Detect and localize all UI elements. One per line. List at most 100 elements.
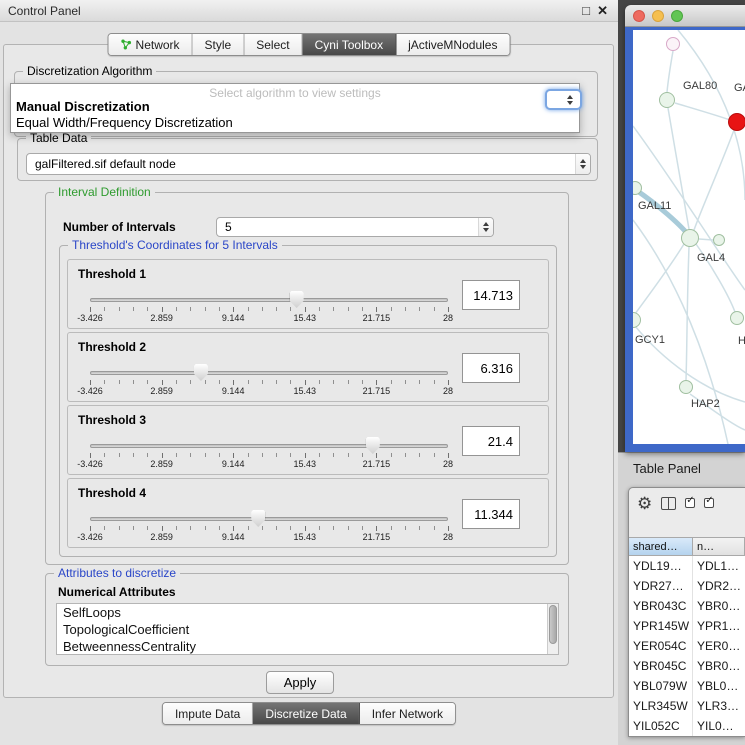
network-window-titlebar[interactable] [625, 5, 745, 27]
network-node[interactable] [666, 37, 680, 51]
slider-track[interactable] [90, 444, 448, 448]
network-node[interactable] [679, 380, 693, 394]
table-toolbar: ⚙ [629, 488, 745, 518]
network-view-window: GAL80GAGAL11GAL4GCY1HHAP2 [625, 5, 745, 452]
slider-thumb[interactable] [290, 291, 304, 308]
network-canvas[interactable]: GAL80GAGAL11GAL4GCY1HHAP2 [633, 30, 745, 444]
threshold-value-field[interactable]: 21.4 [462, 426, 520, 456]
network-node[interactable] [659, 92, 675, 108]
tab-network[interactable]: Network [109, 34, 193, 55]
apply-button[interactable]: Apply [266, 671, 334, 694]
network-node-label: H [738, 335, 745, 347]
tab-cyni-toolbox[interactable]: Cyni Toolbox [303, 34, 396, 55]
table-row[interactable]: YIL052CYIL0… [629, 716, 745, 736]
table-data-combobox-value: galFiltered.sif default node [27, 157, 575, 171]
attribute-list-item[interactable]: TopologicalCoefficient [57, 621, 558, 638]
table-row[interactable]: YBL079WYBL0… [629, 676, 745, 696]
control-panel-titlebar[interactable]: Control Panel □ ✕ [0, 0, 618, 22]
table-row[interactable]: YBR043CYBR0… [629, 596, 745, 616]
slider-track[interactable] [90, 517, 448, 521]
tab-style[interactable]: Style [193, 34, 245, 55]
tab-impute-data[interactable]: Impute Data [163, 703, 253, 724]
slider-thumb[interactable] [251, 510, 265, 527]
combobox-stepper-icon [478, 218, 493, 236]
algorithm-combobox[interactable] [545, 89, 582, 110]
algorithm-dropdown-popup: Select algorithm to view settings Manual… [10, 83, 580, 133]
table-data-combobox[interactable]: galFiltered.sif default node [26, 153, 591, 175]
threshold-label: Threshold 4 [78, 486, 146, 500]
table-cell: YPR145W [629, 616, 693, 636]
tab-discretize-data[interactable]: Discretize Data [253, 703, 359, 724]
minimize-traffic-light-icon[interactable] [652, 10, 664, 22]
attributes-to-discretize-group: Attributes to discretize Numerical Attri… [45, 573, 569, 666]
table-cell: YBR0… [693, 656, 745, 676]
select-all-checkbox-icon[interactable] [685, 498, 695, 508]
tab-select[interactable]: Select [244, 34, 302, 55]
threshold-slider[interactable]: -3.4262.8599.14415.4321.71528 [90, 509, 448, 545]
table-data-group: Table Data galFiltered.sif default node [17, 138, 598, 181]
window-title: Control Panel [8, 4, 81, 18]
table-data-group-title: Table Data [26, 131, 91, 145]
number-of-intervals-value: 5 [217, 220, 478, 234]
combobox-stepper-icon [562, 91, 577, 108]
threshold-value-field[interactable]: 11.344 [462, 499, 520, 529]
threshold-slider[interactable]: -3.4262.8599.14415.4321.71528 [90, 363, 448, 399]
tab-infer-network[interactable]: Infer Network [360, 703, 455, 724]
attributes-group-title: Attributes to discretize [54, 566, 180, 580]
table-row[interactable]: YER054CYER0… [629, 636, 745, 656]
select-columns-checkbox-icon[interactable] [704, 498, 714, 508]
slider-track[interactable] [90, 371, 448, 375]
attribute-list-item[interactable]: BetweennessCentrality [57, 638, 558, 655]
thresholds-group: Threshold's Coordinates for 5 Intervals … [59, 245, 557, 557]
column-header-name[interactable]: n… [693, 537, 745, 556]
threshold-box: Threshold 3 -3.4262.8599.14415.4321.71528… [67, 405, 549, 475]
threshold-slider[interactable]: -3.4262.8599.14415.4321.71528 [90, 436, 448, 472]
numerical-attributes-list[interactable]: SelfLoopsTopologicalCoefficientBetweenne… [56, 603, 559, 655]
threshold-value-field[interactable]: 6.316 [462, 353, 520, 383]
gear-icon[interactable]: ⚙ [637, 495, 652, 512]
table-panel-window: ⚙ shared… n… YDL19…YDL1…YDR27…YDR2…YBR04… [628, 487, 745, 737]
network-node[interactable] [681, 229, 699, 247]
list-scrollbar[interactable] [547, 604, 558, 654]
interval-definition-group-title: Interval Definition [54, 185, 155, 199]
slider-ticks [90, 307, 448, 312]
algorithm-option-equal-width-frequency[interactable]: Equal Width/Frequency Discretization [16, 115, 233, 130]
attribute-items: SelfLoopsTopologicalCoefficientBetweenne… [57, 604, 558, 655]
slider-thumb[interactable] [366, 437, 380, 454]
threshold-label: Threshold 2 [78, 340, 146, 354]
algorithm-option-manual-discretization[interactable]: Manual Discretization [16, 99, 150, 114]
threshold-value-field[interactable]: 14.713 [462, 280, 520, 310]
table-cell: YBR0… [693, 596, 745, 616]
close-traffic-light-icon[interactable] [633, 10, 645, 22]
table-cell: YDR27… [629, 576, 693, 596]
table-cell: YER054C [629, 636, 693, 656]
network-node[interactable] [713, 234, 725, 246]
table-row[interactable]: YBR045CYBR0… [629, 656, 745, 676]
number-of-intervals-combobox[interactable]: 5 [216, 217, 494, 237]
slider-tick-labels: -3.4262.8599.14415.4321.71528 [90, 532, 448, 542]
float-window-icon[interactable]: □ [582, 3, 590, 18]
table-panel-title: Table Panel [633, 461, 701, 476]
slider-ticks [90, 526, 448, 531]
threshold-slider[interactable]: -3.4262.8599.14415.4321.71528 [90, 290, 448, 326]
table-row[interactable]: YLR345WYLR3… [629, 696, 745, 716]
attribute-list-item[interactable]: SelfLoops [57, 604, 558, 621]
table-row[interactable]: YDR27…YDR2… [629, 576, 745, 596]
network-node[interactable] [728, 113, 745, 131]
slider-track[interactable] [90, 298, 448, 302]
table-row[interactable]: YPR145WYPR1… [629, 616, 745, 636]
tab-jactivemnodules[interactable]: jActiveMNodules [396, 34, 509, 55]
zoom-traffic-light-icon[interactable] [671, 10, 683, 22]
slider-tick-labels: -3.4262.8599.14415.4321.71528 [90, 313, 448, 323]
table-cell: YLR3… [693, 696, 745, 716]
network-node-label: GAL11 [638, 200, 671, 212]
columns-icon[interactable] [661, 497, 676, 510]
list-scrollbar-thumb[interactable] [549, 605, 557, 644]
network-node[interactable] [730, 311, 744, 325]
table-cell: YIL0… [693, 716, 745, 736]
table-row[interactable]: YDL19…YDL1… [629, 556, 745, 576]
slider-thumb[interactable] [194, 364, 208, 381]
close-window-icon[interactable]: ✕ [597, 3, 608, 19]
column-header-shared-name[interactable]: shared… [629, 537, 693, 556]
threshold-label: Threshold 3 [78, 413, 146, 427]
